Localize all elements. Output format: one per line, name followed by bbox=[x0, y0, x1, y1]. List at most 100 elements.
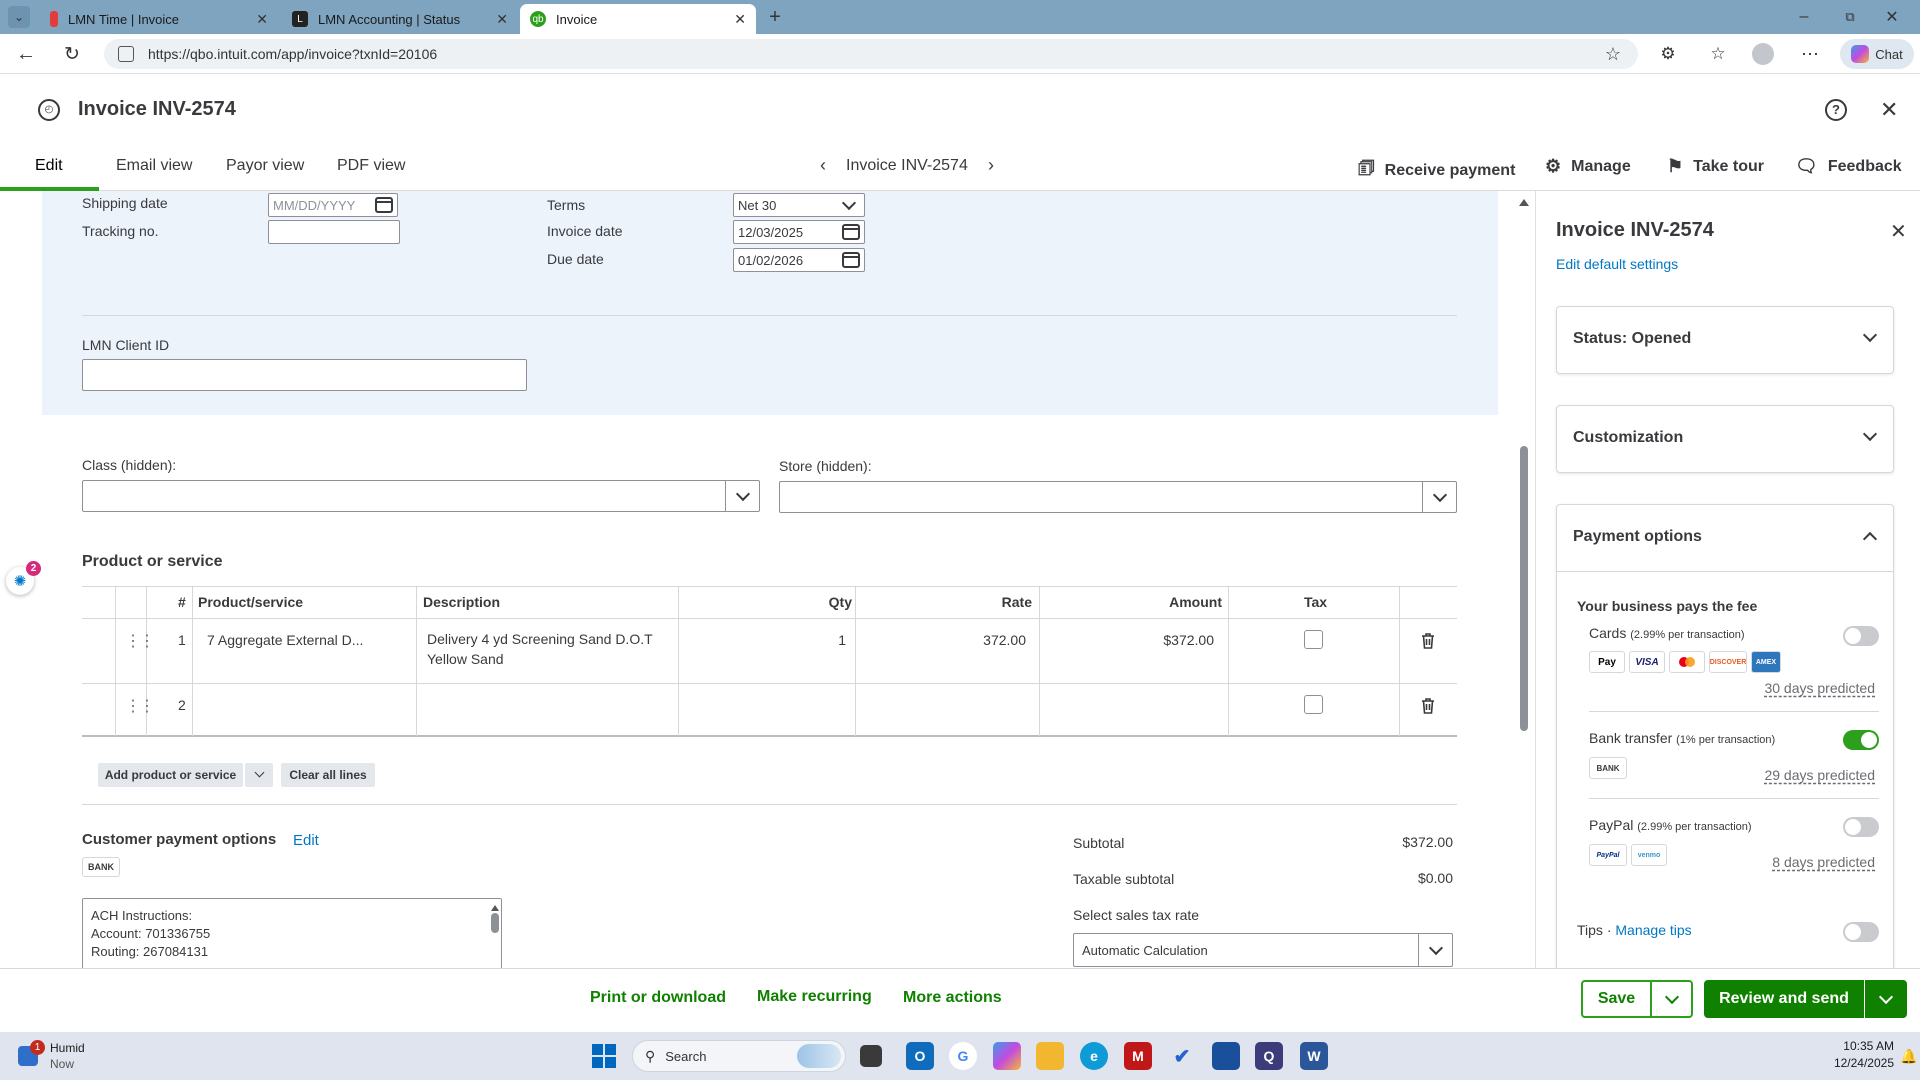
chevron-up-icon[interactable] bbox=[1862, 531, 1878, 547]
help-icon[interactable]: ? bbox=[1825, 99, 1847, 121]
sidebar-close-icon[interactable]: ✕ bbox=[1890, 219, 1907, 244]
clock-date[interactable]: 12/24/2025 bbox=[1820, 1056, 1894, 1070]
history-icon[interactable]: ◴ bbox=[38, 99, 60, 121]
paypal-toggle[interactable] bbox=[1843, 817, 1879, 837]
file-explorer-icon[interactable] bbox=[1036, 1042, 1064, 1070]
favorites-icon[interactable]: ☆ bbox=[1706, 43, 1730, 65]
manage-tips-link[interactable]: Manage tips bbox=[1615, 922, 1691, 938]
drag-handle-icon[interactable]: ⋮⋮ bbox=[125, 634, 155, 650]
tab-email-view[interactable]: Email view bbox=[116, 157, 192, 175]
edge-icon[interactable]: e bbox=[1080, 1042, 1108, 1070]
outlook-icon[interactable]: O bbox=[906, 1042, 934, 1070]
trash-icon[interactable] bbox=[1421, 632, 1435, 649]
tab-edit[interactable]: Edit bbox=[35, 157, 63, 175]
calendar-icon[interactable] bbox=[842, 252, 860, 268]
restore-icon[interactable]: ⧉ bbox=[1838, 6, 1862, 28]
tab-pdf-view[interactable]: PDF view bbox=[337, 157, 405, 175]
tab-payor-view[interactable]: Payor view bbox=[226, 157, 304, 175]
back-icon[interactable]: ← bbox=[14, 43, 38, 65]
add-product-button[interactable]: Add product or service bbox=[98, 763, 243, 787]
calendar-icon[interactable] bbox=[842, 224, 860, 240]
make-recurring-button[interactable]: Make recurring bbox=[757, 988, 872, 1006]
review-send-dropdown-button[interactable] bbox=[1865, 980, 1907, 1018]
start-button[interactable] bbox=[592, 1044, 616, 1068]
site-info-icon[interactable] bbox=[118, 46, 134, 62]
terms-select[interactable]: Net 30 bbox=[733, 193, 865, 217]
row-product[interactable]: 7 Aggregate External D... bbox=[207, 632, 363, 648]
manage-button[interactable]: ⚙ Manage bbox=[1545, 156, 1631, 177]
chevron-down-icon[interactable] bbox=[1418, 934, 1452, 966]
receive-payment-button[interactable]: 🗊 Receive payment bbox=[1358, 156, 1515, 186]
review-send-button[interactable]: Review and send bbox=[1704, 980, 1864, 1018]
close-icon[interactable]: ✕ bbox=[1880, 97, 1898, 123]
row-description-line1[interactable]: Delivery 4 yd Screening Sand D.O.T bbox=[427, 631, 653, 647]
refresh-icon[interactable]: ↻ bbox=[60, 43, 84, 65]
copilot-icon[interactable] bbox=[993, 1042, 1021, 1070]
cards-toggle[interactable] bbox=[1843, 626, 1879, 646]
class-select[interactable] bbox=[82, 480, 760, 512]
drag-handle-icon[interactable]: ⋮⋮ bbox=[125, 699, 155, 715]
copilot-chat-button[interactable]: Chat bbox=[1840, 39, 1914, 69]
chevron-down-icon[interactable] bbox=[1862, 327, 1878, 343]
add-product-dropdown[interactable] bbox=[245, 763, 273, 787]
bank-toggle[interactable] bbox=[1843, 730, 1879, 750]
chevron-down-icon[interactable] bbox=[834, 194, 864, 216]
print-download-button[interactable]: Print or download bbox=[590, 989, 726, 1007]
word-icon[interactable]: W bbox=[1300, 1042, 1328, 1070]
client-id-field[interactable] bbox=[82, 359, 527, 391]
previous-invoice-icon[interactable]: ‹ bbox=[820, 155, 826, 176]
tracking-field[interactable] bbox=[268, 220, 400, 244]
take-tour-button[interactable]: ⚑ Take tour bbox=[1667, 156, 1764, 177]
chevron-down-icon[interactable] bbox=[1422, 482, 1456, 512]
due-date-field[interactable]: 01/02/2026 bbox=[733, 248, 865, 272]
tips-toggle[interactable] bbox=[1843, 922, 1879, 942]
tab-list-icon[interactable]: ⌄ bbox=[8, 6, 30, 28]
payment-options-title[interactable]: Payment options bbox=[1573, 528, 1702, 546]
favorite-star-icon[interactable]: ☆ bbox=[1602, 43, 1624, 65]
close-tab-icon[interactable]: ✕ bbox=[734, 11, 746, 28]
clock-time[interactable]: 10:35 AM bbox=[1834, 1039, 1894, 1053]
ach-instructions-textarea[interactable]: ACH Instructions: Account: 701336755 Rou… bbox=[82, 898, 502, 968]
todo-icon[interactable]: ✔ bbox=[1168, 1042, 1196, 1070]
chrome-icon[interactable]: G bbox=[949, 1042, 977, 1070]
chevron-down-icon[interactable] bbox=[725, 481, 759, 511]
minimize-icon[interactable]: – bbox=[1792, 6, 1816, 28]
tax-rate-select[interactable]: Automatic Calculation bbox=[1073, 933, 1453, 967]
browser-tab-invoice[interactable]: qb Invoice ✕ bbox=[520, 4, 756, 34]
main-scrollbar[interactable] bbox=[1519, 191, 1529, 968]
edit-default-settings-link[interactable]: Edit default settings bbox=[1556, 256, 1678, 272]
close-tab-icon[interactable]: ✕ bbox=[256, 11, 268, 28]
invoice-date-field[interactable]: 12/03/2025 bbox=[733, 220, 865, 244]
feedback-button[interactable]: 🗨 Feedback bbox=[1795, 156, 1902, 177]
more-menu-icon[interactable]: ⋯ bbox=[1798, 43, 1822, 65]
browser-tab-lmn-time[interactable]: LMN Time | Invoice ✕ bbox=[40, 4, 278, 34]
tax-checkbox[interactable] bbox=[1304, 695, 1323, 714]
snipping-tool-icon[interactable] bbox=[1212, 1042, 1240, 1070]
payment-edit-link[interactable]: Edit bbox=[293, 832, 319, 849]
row-rate[interactable]: 372.00 bbox=[962, 632, 1026, 648]
weather-widget[interactable]: 1 Humid Now bbox=[16, 1040, 106, 1072]
quickbooks-icon[interactable]: Q bbox=[1255, 1042, 1283, 1070]
profile-avatar-icon[interactable] bbox=[1752, 43, 1774, 65]
customization-card[interactable]: Customization bbox=[1556, 405, 1894, 473]
new-tab-icon[interactable]: + bbox=[764, 6, 786, 28]
shipping-date-field[interactable]: MM/DD/YYYY bbox=[268, 193, 398, 217]
notifications-icon[interactable]: 🔔 bbox=[1900, 1048, 1917, 1065]
row-amount[interactable]: $372.00 bbox=[1122, 632, 1214, 648]
browser-tab-lmn-accounting[interactable]: L LMN Accounting | Status ✕ bbox=[282, 4, 518, 34]
textarea-scrollbar[interactable] bbox=[491, 905, 499, 935]
calendar-icon[interactable] bbox=[375, 197, 393, 213]
taskbar-search[interactable]: ⚲ Search bbox=[632, 1040, 846, 1072]
close-window-icon[interactable]: ✕ bbox=[1880, 6, 1904, 28]
trash-icon[interactable] bbox=[1421, 697, 1435, 714]
row-description-line2[interactable]: Yellow Sand bbox=[427, 651, 504, 667]
next-invoice-icon[interactable]: › bbox=[988, 155, 994, 176]
more-actions-button[interactable]: More actions bbox=[903, 989, 1002, 1007]
clear-all-lines-button[interactable]: Clear all lines bbox=[281, 763, 375, 787]
mcafee-icon[interactable]: M bbox=[1124, 1042, 1152, 1070]
task-view-icon[interactable] bbox=[860, 1045, 882, 1067]
address-bar[interactable]: https://qbo.intuit.com/app/invoice?txnId… bbox=[104, 39, 1638, 69]
store-select[interactable] bbox=[779, 481, 1457, 513]
save-dropdown-button[interactable] bbox=[1650, 980, 1693, 1018]
close-tab-icon[interactable]: ✕ bbox=[496, 11, 508, 28]
